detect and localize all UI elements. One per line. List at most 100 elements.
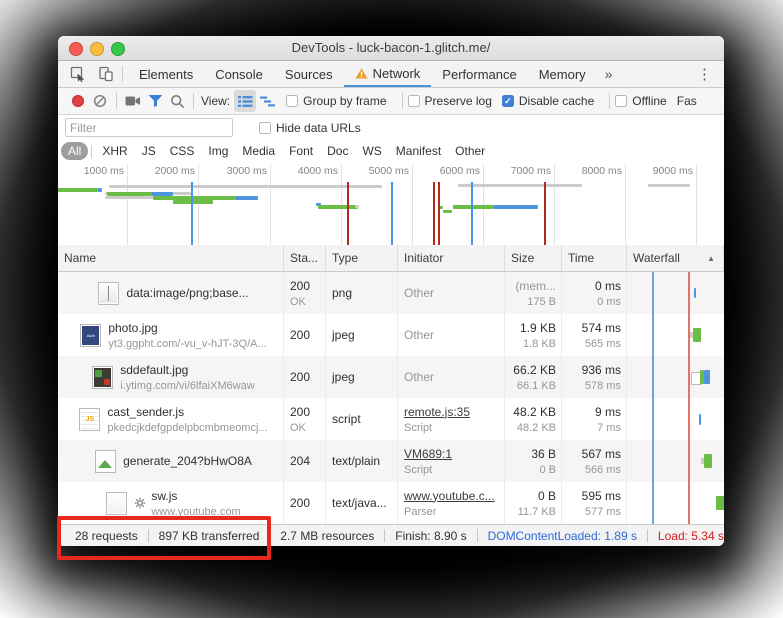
- timeline-gridline: [412, 164, 413, 245]
- title-bar: DevTools - luck-bacon-1.glitch.me/: [58, 36, 724, 61]
- tab-console[interactable]: Console: [204, 61, 274, 87]
- tab-label: Network: [373, 66, 421, 81]
- overview-request-bar: [109, 185, 382, 188]
- time-latency: 0 ms: [597, 296, 621, 308]
- request-name: sw.jswww.youtube.com: [151, 489, 240, 518]
- waterfall-bar: [716, 496, 724, 510]
- filter-chip-all[interactable]: All: [61, 142, 88, 160]
- column-header-size[interactable]: Size: [505, 245, 562, 271]
- hide-data-urls-checkbox[interactable]: Hide data URLs: [259, 121, 361, 135]
- cell-waterfall: [627, 272, 724, 314]
- offline-checkbox[interactable]: Offline: [615, 94, 666, 108]
- filter-input[interactable]: [65, 118, 233, 137]
- size-transferred: (mem...: [515, 279, 556, 293]
- filter-chip-css[interactable]: CSS: [163, 142, 202, 160]
- filter-chip-media[interactable]: Media: [235, 142, 282, 160]
- divider: [91, 145, 92, 158]
- cell-status: 200OK: [284, 398, 326, 440]
- overview-request-bar: [355, 205, 359, 208]
- view-label: View:: [201, 94, 230, 108]
- size-content: 66.1 KB: [517, 380, 556, 392]
- timeline-gridline: [270, 164, 271, 245]
- overview-request-bar: [98, 188, 102, 192]
- record-button[interactable]: [67, 90, 89, 112]
- tab-memory[interactable]: Memory: [528, 61, 597, 87]
- tab-label: Sources: [285, 67, 333, 82]
- overview-timeline[interactable]: 1000 ms2000 ms3000 ms4000 ms5000 ms6000 …: [58, 162, 724, 246]
- filter-chip-manifest[interactable]: Manifest: [389, 142, 448, 160]
- inspect-element-icon[interactable]: [67, 63, 89, 85]
- group-by-frame-checkbox[interactable]: Group by frame: [286, 94, 386, 108]
- cell-waterfall: [627, 314, 724, 356]
- filter-chip-xhr[interactable]: XHR: [95, 142, 134, 160]
- tab-sources[interactable]: Sources: [274, 61, 344, 87]
- waterfall-bar: [704, 454, 712, 468]
- timeline-tick-label: 4000 ms: [298, 165, 338, 177]
- column-header-type[interactable]: Type: [326, 245, 398, 271]
- column-header-sta[interactable]: Sta...: [284, 245, 326, 271]
- filter-chip-js[interactable]: JS: [135, 142, 163, 160]
- initiator-link[interactable]: VM689:1: [404, 447, 504, 461]
- waterfall-bar: [699, 414, 701, 425]
- cell-initiator: Other: [398, 314, 505, 356]
- column-header-waterfall[interactable]: Waterfall▲: [627, 245, 724, 271]
- initiator-link[interactable]: remote.js:35: [404, 405, 504, 419]
- file-type-icon-js: [79, 408, 100, 431]
- table-row[interactable]: sddefault.jpgi.ytimg.com/vi/6lfaiXM6waw2…: [58, 356, 724, 398]
- initiator-text: Other: [404, 286, 504, 300]
- preserve-log-checkbox[interactable]: Preserve log: [408, 94, 492, 108]
- time-latency: 577 ms: [585, 506, 621, 518]
- search-icon[interactable]: [166, 90, 188, 112]
- status-bar: 28 requests897 KB transferred2.7 MB reso…: [58, 524, 724, 546]
- list-view-icon[interactable]: [234, 90, 256, 112]
- tab-network[interactable]: Network: [344, 61, 432, 87]
- status-bar-item: Finish: 8.90 s: [395, 529, 466, 543]
- screenshot-camera-icon[interactable]: [122, 90, 144, 112]
- load-event-line: [347, 182, 349, 245]
- initiator-text: Other: [404, 328, 504, 342]
- table-row[interactable]: sw.jswww.youtube.com200text/java...www.y…: [58, 482, 724, 524]
- column-header-name[interactable]: Name: [58, 245, 284, 271]
- tab-elements[interactable]: Elements: [128, 61, 204, 87]
- divider: [269, 529, 270, 542]
- cell-type: text/java...: [326, 482, 398, 524]
- request-name-text: photo.jpg: [108, 321, 266, 335]
- main-menu-icon[interactable]: ⋮: [685, 61, 724, 87]
- timeline-tick-label: 2000 ms: [155, 165, 195, 177]
- timeline-tick-label: 8000 ms: [582, 165, 622, 177]
- filter-chip-other[interactable]: Other: [448, 142, 492, 160]
- initiator-text: Other: [404, 370, 504, 384]
- waterfall-bar: [693, 328, 701, 342]
- resource-type-filters: All XHRJSCSSImgMediaFontDocWSManifestOthe…: [58, 140, 724, 162]
- more-tabs-button[interactable]: »: [597, 61, 621, 87]
- initiator-link[interactable]: www.youtube.c...: [404, 489, 504, 503]
- filter-chip-ws[interactable]: WS: [355, 142, 388, 160]
- divider: [477, 529, 478, 542]
- filter-chip-img[interactable]: Img: [201, 142, 235, 160]
- filter-chip-doc[interactable]: Doc: [320, 142, 355, 160]
- waterfall-view-icon[interactable]: [256, 90, 278, 112]
- table-row[interactable]: data:image/png;base...200OKpngOther(mem.…: [58, 272, 724, 314]
- timeline-tick-label: 3000 ms: [227, 165, 267, 177]
- column-header-initiator[interactable]: Initiator: [398, 245, 505, 271]
- time-latency: 566 ms: [585, 464, 621, 476]
- column-header-label: Initiator: [404, 251, 443, 265]
- tab-performance[interactable]: Performance: [431, 61, 527, 87]
- file-type-icon-imggen: [95, 450, 116, 473]
- cell-size: 1.9 KB1.8 KB: [505, 314, 562, 356]
- cell-name: data:image/png;base...: [58, 272, 284, 314]
- table-row[interactable]: photo.jpgyt3.ggpht.com/-vu_v-hJT-3Q/A...…: [58, 314, 724, 356]
- time-total: 0 ms: [595, 279, 621, 293]
- filter-funnel-icon[interactable]: [144, 90, 166, 112]
- disable-cache-checkbox[interactable]: ✓Disable cache: [502, 94, 594, 108]
- request-name-text: data:image/png;base...: [126, 286, 248, 300]
- filter-chip-font[interactable]: Font: [282, 142, 320, 160]
- status-code: 200: [290, 279, 325, 293]
- column-header-time[interactable]: Time: [562, 245, 627, 271]
- device-toolbar-icon[interactable]: [95, 63, 117, 85]
- throttling-select[interactable]: Fas: [677, 94, 697, 108]
- table-row[interactable]: generate_204?bHwO8A204text/plainVM689:1S…: [58, 440, 724, 482]
- table-row[interactable]: cast_sender.jspkedcjkdefgpdelpbcmbmeomcj…: [58, 398, 724, 440]
- clear-icon[interactable]: [89, 90, 111, 112]
- time-total: 567 ms: [582, 447, 621, 461]
